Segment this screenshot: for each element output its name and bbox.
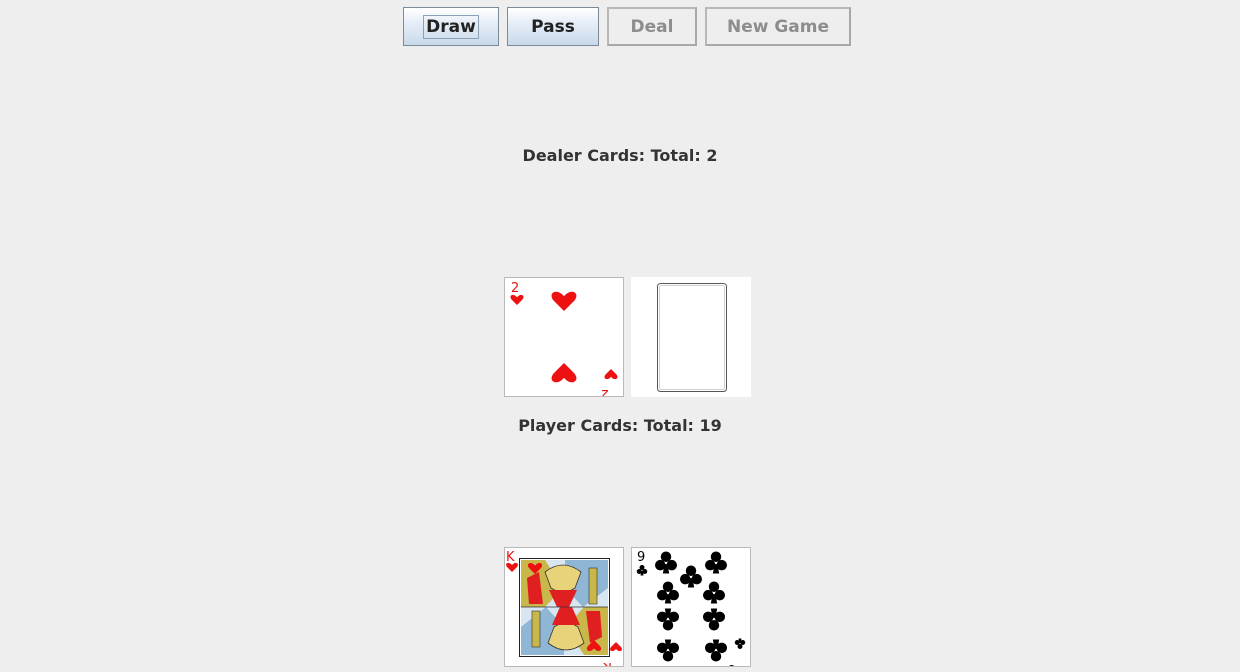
svg-text:2: 2	[511, 281, 519, 296]
dealer-total-label: Dealer Cards: Total: 2	[522, 146, 718, 165]
player-card-king-of-hearts: K K	[504, 547, 624, 667]
svg-text:9: 9	[727, 661, 735, 666]
dealer-card-two-of-hearts: 2 2	[504, 277, 624, 397]
player-total-label: Player Cards: Total: 19	[518, 416, 722, 435]
card-back-icon	[631, 277, 751, 397]
draw-button-label: Draw	[423, 14, 479, 39]
svg-text:K: K	[603, 659, 612, 666]
pass-button-label: Pass	[531, 16, 575, 37]
deal-button-label: Deal	[630, 16, 674, 37]
svg-text:2: 2	[601, 386, 609, 396]
new-game-button-label: New Game	[726, 16, 830, 37]
svg-text:K: K	[506, 550, 515, 565]
new-game-button[interactable]: New Game	[705, 7, 851, 46]
dealer-card-face-down	[631, 277, 751, 397]
king-of-hearts-icon: K K	[506, 550, 622, 666]
player-card-nine-of-clubs: 9 9	[631, 547, 751, 667]
svg-text:9: 9	[637, 550, 645, 565]
draw-button[interactable]: Draw	[403, 7, 499, 46]
pass-button[interactable]: Pass	[507, 7, 599, 46]
nine-of-clubs-icon: 9 9	[636, 550, 746, 666]
deal-button[interactable]: Deal	[607, 7, 697, 46]
two-of-hearts-icon: 2 2	[510, 281, 618, 396]
toolbar: Draw Pass Deal New Game	[0, 7, 1240, 46]
